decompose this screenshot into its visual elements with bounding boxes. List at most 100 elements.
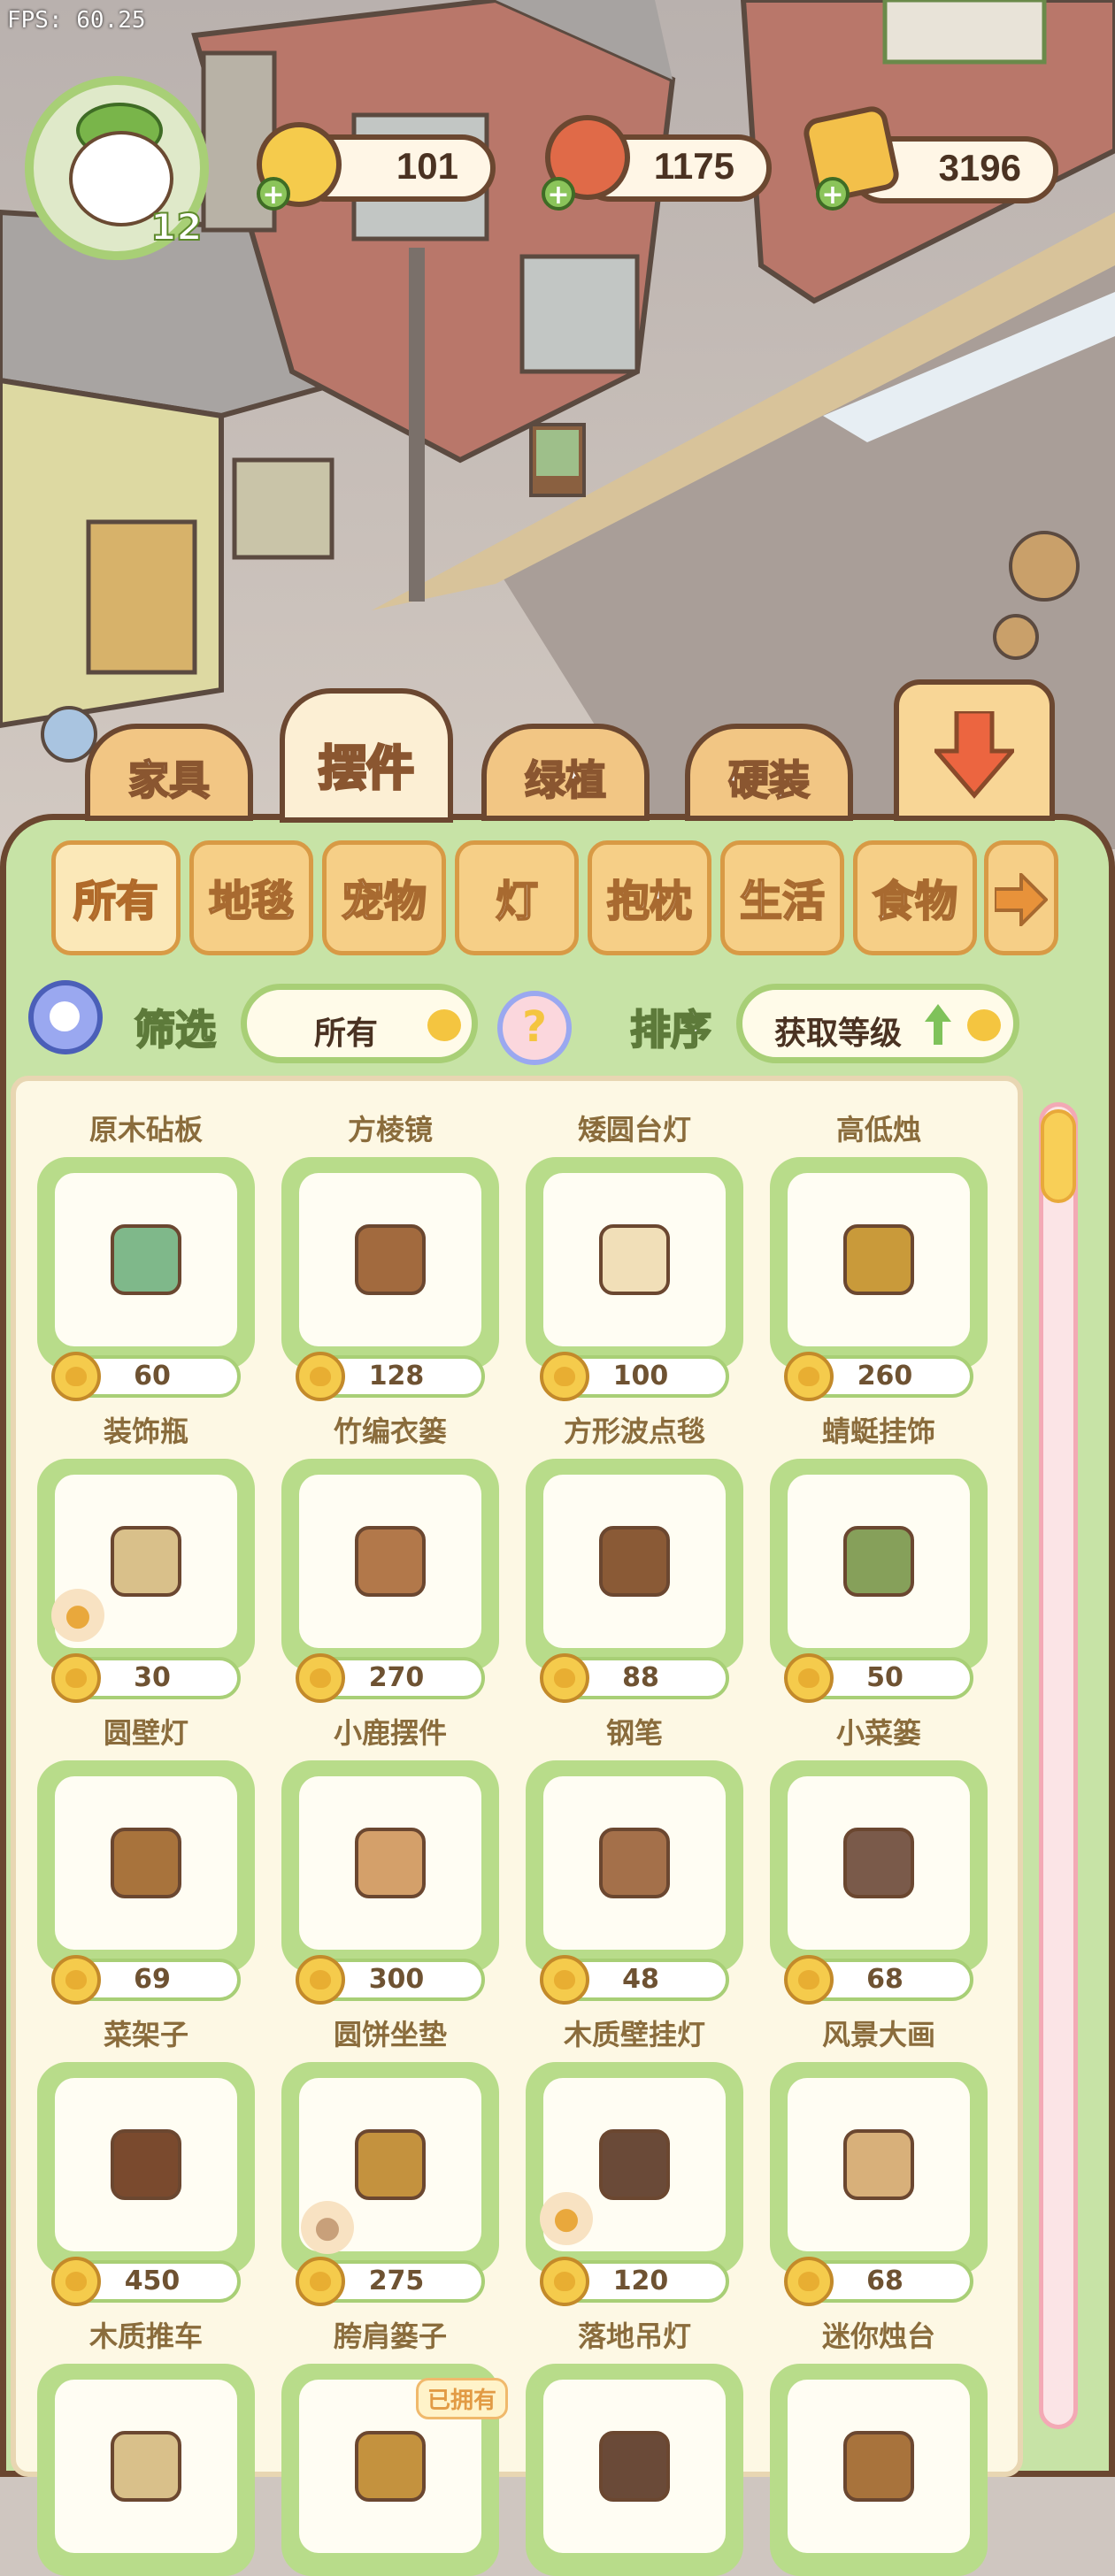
item-card[interactable] (37, 2364, 255, 2576)
fps-counter: FPS: 60.25 (7, 7, 146, 34)
item-card[interactable] (281, 1157, 499, 1369)
item-thumbnail (599, 1224, 670, 1295)
add-food-button[interactable]: + (542, 177, 575, 211)
item-card[interactable] (281, 1760, 499, 1973)
item-card[interactable] (526, 1760, 743, 1973)
tab-hardware[interactable]: 硬装 (685, 724, 853, 821)
arrow-up-icon (925, 1004, 951, 1045)
tab-ornaments[interactable]: 摆件 (280, 688, 453, 823)
category-label: 生活 (739, 876, 826, 927)
tab-label: 家具 (127, 755, 211, 805)
tab-plants[interactable]: 绿植 (481, 724, 650, 821)
item-name: 风景大画 (821, 2018, 935, 2051)
coin-icon (51, 1352, 101, 1401)
category-pets[interactable]: 宠物 (322, 840, 446, 955)
item-name: 圆壁灯 (103, 1716, 188, 1750)
search-icon[interactable] (28, 980, 103, 1054)
item-thumbnail (843, 1828, 914, 1898)
category-label: 所有 (73, 876, 159, 927)
item-card[interactable] (526, 1459, 743, 1671)
item-slot (788, 2078, 970, 2251)
item-card[interactable] (770, 1459, 988, 1671)
tab-label: 硬装 (727, 755, 811, 805)
item-card[interactable] (37, 2062, 255, 2274)
category-lights[interactable]: 灯 (455, 840, 579, 955)
collapse-button[interactable] (894, 679, 1055, 821)
owned-badge: 已拥有 (416, 2378, 509, 2419)
item-thumbnail (355, 1224, 426, 1295)
item-name: 落地吊灯 (577, 2319, 691, 2353)
arrow-down-icon (931, 709, 1018, 799)
coin-icon (540, 2257, 589, 2306)
coin-icon (296, 1352, 345, 1401)
category-food[interactable]: 食物 (853, 840, 977, 955)
item-slot (55, 1173, 237, 1346)
category-life[interactable]: 生活 (720, 840, 844, 955)
scrollbar-thumb[interactable] (1041, 1109, 1076, 1203)
item-name: 木质壁挂灯 (563, 2018, 705, 2051)
dropdown-heart-icon (967, 1009, 1001, 1041)
scrollbar-track[interactable] (1039, 1102, 1078, 2429)
item-card[interactable] (281, 1459, 499, 1671)
item-thumbnail (599, 1828, 670, 1898)
item-card[interactable] (526, 2364, 743, 2576)
sort-value: 获取等级 (774, 1016, 903, 1052)
category-label: 灯 (495, 876, 539, 927)
item-thumbnail (111, 1526, 181, 1597)
item-card[interactable] (770, 2062, 988, 2274)
item-slot (55, 1776, 237, 1950)
item-name: 蜻蜓挂饰 (821, 1414, 935, 1448)
item-card[interactable] (37, 1157, 255, 1369)
item-thumbnail (355, 1526, 426, 1597)
coin-icon (540, 1955, 589, 2005)
add-coins-button[interactable]: + (257, 177, 290, 211)
add-tickets-button[interactable]: + (816, 177, 850, 211)
item-card[interactable] (770, 1760, 988, 1973)
item-name: 圆饼坐垫 (333, 2018, 447, 2051)
category-rugs[interactable]: 地毯 (189, 840, 313, 955)
item-thumbnail (843, 1526, 914, 1597)
arrow-right-icon (993, 870, 1049, 929)
item-thumbnail (355, 1828, 426, 1898)
category-label: 食物 (872, 876, 958, 927)
item-card[interactable] (37, 1760, 255, 1973)
item-name: 矮圆台灯 (577, 1113, 691, 1146)
category-pillows[interactable]: 抱枕 (588, 840, 711, 955)
category-all[interactable]: 所有 (51, 840, 181, 955)
item-name: 竹编衣篓 (333, 1414, 447, 1448)
food-value: 1175 (653, 145, 734, 187)
item-slot (788, 1776, 970, 1950)
item-thumbnail (111, 2431, 181, 2502)
item-name: 小鹿摆件 (333, 1716, 447, 1750)
item-card[interactable] (770, 2364, 988, 2576)
coin-icon (51, 1955, 101, 2005)
item-name: 原木砧板 (88, 1113, 203, 1146)
item-thumbnail (111, 1828, 181, 1898)
filter-dropdown[interactable]: 所有 (241, 984, 478, 1063)
item-thumbnail (599, 1526, 670, 1597)
tab-furniture[interactable]: 家具 (85, 724, 253, 821)
tab-label: 绿植 (524, 755, 607, 805)
coin-icon (51, 2257, 101, 2306)
item-card[interactable] (526, 1157, 743, 1369)
item-thumbnail (355, 2431, 426, 2502)
coin-icon (784, 1955, 834, 2005)
item-card[interactable] (770, 1157, 988, 1369)
item-slot (543, 1475, 726, 1648)
category-label: 抱枕 (606, 876, 693, 927)
item-thumbnail (111, 2129, 181, 2200)
question-icon[interactable]: ? (497, 991, 572, 1065)
item-name: 迷你烛台 (821, 2319, 935, 2353)
item-slot (55, 2078, 237, 2251)
next-category-button[interactable] (984, 840, 1058, 955)
item-name: 钢笔 (605, 1716, 663, 1750)
item-name: 胯肩篓子 (333, 2319, 447, 2353)
sort-dropdown[interactable]: 获取等级 (736, 984, 1019, 1063)
coin-icon (296, 1955, 345, 2005)
coin-icon (784, 2257, 834, 2306)
item-slot (788, 1475, 970, 1648)
coin-icon (540, 1653, 589, 1703)
item-name: 小菜篓 (835, 1716, 921, 1750)
dropdown-heart-icon (427, 1009, 461, 1041)
item-name: 方形波点毯 (563, 1414, 705, 1448)
